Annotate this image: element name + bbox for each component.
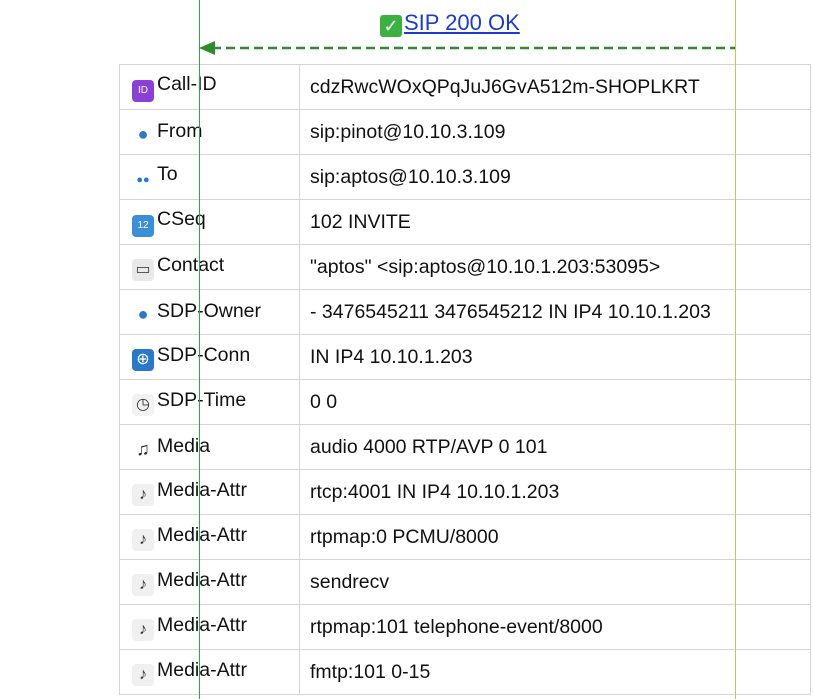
table-row: ID Call-ID cdzRwcWOxQPqJuJ6GvA512m-SHOPLKR… bbox=[119, 64, 811, 110]
header-name: Media-Attr bbox=[157, 658, 247, 681]
header-name: SDP-Conn bbox=[157, 343, 251, 366]
check-mark-icon: ✓ bbox=[380, 15, 402, 37]
music-note-icon: ♫ bbox=[136, 438, 150, 459]
table-row: ♪ Media-Attr rtpmap:0 PCMU/8000 bbox=[119, 514, 811, 560]
globe-icon: ⊕ bbox=[132, 348, 154, 371]
response-arrow bbox=[199, 41, 735, 55]
header-name-cell: ♪ Media-Attr bbox=[119, 469, 300, 515]
sheet-music-icon: ♪ bbox=[132, 573, 154, 596]
table-row: ●● To sip:aptos@10.10.3.109 bbox=[119, 154, 811, 200]
header-name: Media-Attr bbox=[157, 613, 247, 636]
header-name: Media bbox=[157, 434, 211, 457]
header-value: 0 0 bbox=[299, 379, 811, 425]
header-name-cell: ♪ Media-Attr bbox=[119, 649, 300, 695]
header-name-cell: ● From bbox=[119, 109, 300, 155]
header-value: - 3476545211 3476545212 IN IP4 10.10.1.2… bbox=[299, 289, 811, 335]
table-row: ▭ Contact "aptos" <sip:aptos@10.10.1.203:5… bbox=[119, 244, 811, 290]
header-value: fmtp:101 0-15 bbox=[299, 649, 811, 695]
table-row: ♪ Media-Attr sendrecv bbox=[119, 559, 811, 605]
header-value: audio 4000 RTP/AVP 0 101 bbox=[299, 424, 811, 470]
header-value: rtpmap:0 PCMU/8000 bbox=[299, 514, 811, 560]
header-name: Call-ID bbox=[157, 72, 217, 95]
lifeline-right bbox=[735, 0, 736, 699]
header-name-cell: ID Call-ID bbox=[119, 64, 300, 110]
header-value: "aptos" <sip:aptos@10.10.1.203:53095> bbox=[299, 244, 811, 290]
id-badge-icon: ID bbox=[132, 79, 154, 102]
numbers-icon: 12 bbox=[132, 214, 154, 237]
message-label-text[interactable]: SIP 200 OK bbox=[404, 10, 520, 35]
header-value: cdzRwcWOxQPqJuJ6GvA512m-SHOPLKRT bbox=[299, 64, 811, 110]
header-name-cell: ♪ Media-Attr bbox=[119, 604, 300, 650]
person-icon: ● bbox=[137, 303, 149, 324]
table-row: ♪ Media-Attr fmtp:101 0-15 bbox=[119, 649, 811, 695]
sheet-music-icon: ♪ bbox=[132, 528, 154, 551]
header-name: SDP-Owner bbox=[157, 299, 262, 322]
person-icon: ● bbox=[137, 123, 149, 144]
header-value: sip:pinot@10.10.3.109 bbox=[299, 109, 811, 155]
header-name: Media-Attr bbox=[157, 478, 247, 501]
sheet-music-icon: ♪ bbox=[132, 618, 154, 641]
sip-header-table: ID Call-ID cdzRwcWOxQPqJuJ6GvA512m-SHOPLKR… bbox=[119, 64, 811, 695]
header-value: rtcp:4001 IN IP4 10.10.1.203 bbox=[299, 469, 811, 515]
header-value: rtpmap:101 telephone-event/8000 bbox=[299, 604, 811, 650]
sheet-music-icon: ♪ bbox=[132, 483, 154, 506]
table-row: ♪ Media-Attr rtpmap:101 telephone-event/80… bbox=[119, 604, 811, 650]
header-value: sendrecv bbox=[299, 559, 811, 605]
header-value: 102 INVITE bbox=[299, 199, 811, 245]
table-row: ♫ Media audio 4000 RTP/AVP 0 101 bbox=[119, 424, 811, 470]
header-name: To bbox=[157, 163, 178, 185]
header-name-cell: 12 CSeq bbox=[119, 199, 300, 245]
table-row: 12 CSeq 102 INVITE bbox=[119, 199, 811, 245]
header-value: IN IP4 10.10.1.203 bbox=[299, 334, 811, 380]
header-name-cell: ▭ Contact bbox=[119, 244, 300, 290]
header-name-cell: ⊕ SDP-Conn bbox=[119, 334, 300, 380]
response-arrow-head bbox=[199, 41, 215, 55]
people-icon: ●● bbox=[136, 174, 150, 186]
message-label[interactable]: ✓ SIP 200 OK bbox=[380, 10, 520, 37]
header-name: Media-Attr bbox=[157, 523, 247, 546]
header-name-cell: ●● To bbox=[119, 154, 300, 200]
header-value: sip:aptos@10.10.3.109 bbox=[299, 154, 811, 200]
lifeline-left bbox=[199, 0, 200, 699]
table-row: ⊕ SDP-Conn IN IP4 10.10.1.203 bbox=[119, 334, 811, 380]
clock-icon: ◷ bbox=[132, 393, 154, 416]
header-name: From bbox=[157, 119, 203, 142]
table-row: ● From sip:pinot@10.10.3.109 bbox=[119, 109, 811, 155]
header-name-cell: ● SDP-Owner bbox=[119, 289, 300, 335]
header-name-cell: ♪ Media-Attr bbox=[119, 559, 300, 605]
header-name-cell: ◷ SDP-Time bbox=[119, 379, 300, 425]
header-name-cell: ♫ Media bbox=[119, 424, 300, 470]
header-name: Media-Attr bbox=[157, 568, 247, 591]
contact-card-icon: ▭ bbox=[132, 258, 154, 281]
header-name-cell: ♪ Media-Attr bbox=[119, 514, 300, 560]
header-name: SDP-Time bbox=[157, 388, 247, 411]
table-row: ◷ SDP-Time 0 0 bbox=[119, 379, 811, 425]
table-row: ♪ Media-Attr rtcp:4001 IN IP4 10.10.1.203 bbox=[119, 469, 811, 515]
header-name: Contact bbox=[157, 253, 225, 276]
sheet-music-icon: ♪ bbox=[132, 663, 154, 686]
table-row: ● SDP-Owner - 3476545211 3476545212 IN IP4… bbox=[119, 289, 811, 335]
